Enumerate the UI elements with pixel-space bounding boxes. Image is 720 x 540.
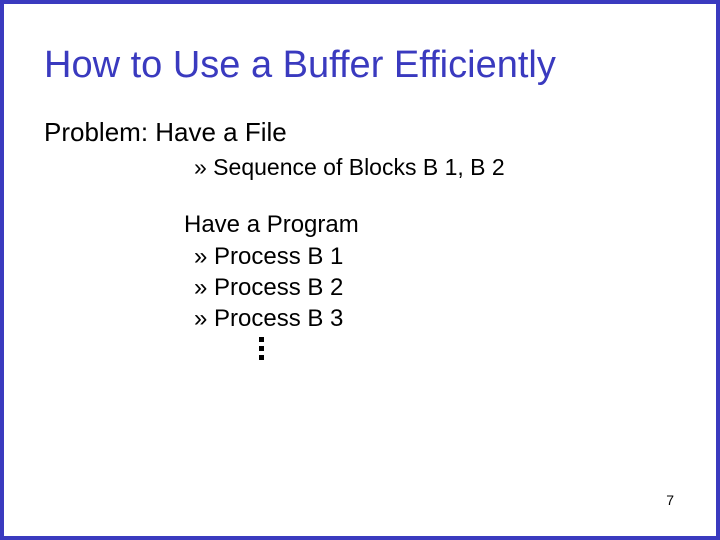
vertical-ellipsis-icon	[259, 337, 676, 360]
page-number: 7	[666, 492, 674, 508]
slide-title: How to Use a Buffer Efficiently	[44, 44, 676, 87]
program-step-1: » Process B 1	[194, 243, 676, 271]
problem-heading: Problem: Have a File	[44, 117, 676, 148]
program-step-3: » Process B 3	[194, 305, 676, 333]
slide-frame: How to Use a Buffer Efficiently Problem:…	[0, 0, 720, 540]
program-heading: Have a Program	[184, 211, 676, 239]
program-step-2: » Process B 2	[194, 274, 676, 302]
file-bullet: » Sequence of Blocks B 1, B 2	[194, 154, 676, 181]
